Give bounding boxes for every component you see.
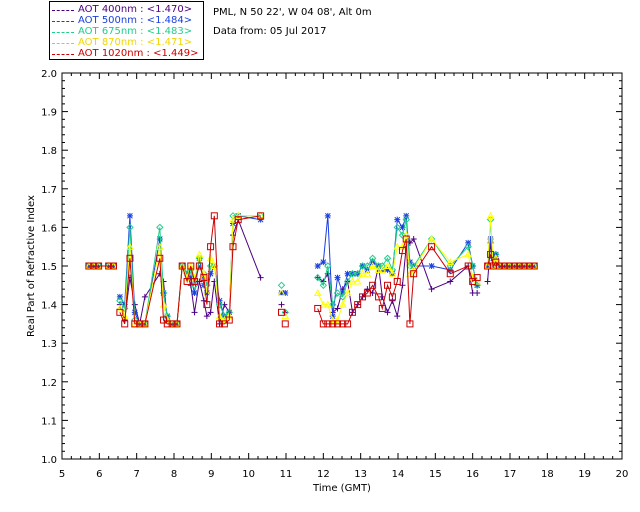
x-tick-label: 15 [429,469,442,480]
data-point [257,274,264,281]
plot-border [61,72,623,460]
x-tick-label: 6 [96,469,102,480]
y-tick-label: 1.1 [41,416,57,427]
data-point [191,309,198,316]
data-point [191,290,198,297]
y-tick-label: 1.9 [41,108,57,119]
x-tick-label: 11 [280,469,293,480]
y-tick-label: 1.2 [41,378,57,389]
data-point [334,274,341,281]
x-tick-label: 14 [392,469,405,480]
data-point [403,212,410,219]
data-point [277,281,286,290]
x-tick-label: 18 [541,469,554,480]
data-point [487,235,494,242]
data-point [484,278,491,285]
data-point [394,216,401,223]
plot-frame [61,72,623,460]
legend-item-1020nm: AOT 1020nm : <1.449> [52,48,198,60]
axis-ticks: 5 6 7 8 9 10 11 12 13 14 15 16 17 18 19 20 1.0 1.1 1.2 1.3 1… [41,69,628,480]
y-tick-label: 1.0 [41,455,57,466]
data-point [126,212,133,219]
data-point [278,301,285,308]
legend-swatch-400nm [52,9,74,11]
x-tick-label: 19 [578,469,591,480]
y-tick-label: 1.8 [41,146,57,157]
chart: 5 6 7 8 9 10 11 12 13 14 15 16 17 18 19 20 1.0 1.1 1.2 1.3 1… [26,69,628,494]
data-point [314,263,321,269]
data-point [320,259,327,266]
date-info: Data from: 05 Jul 2017 [213,26,327,37]
data-point [428,286,435,293]
y-tick-label: 1.3 [41,339,57,350]
x-tick-label: 8 [171,469,177,480]
data-point [314,304,322,312]
legend-label: AOT 1020nm : <1.449> [78,48,199,59]
data-point [281,320,289,328]
y-tick-label: 2.0 [41,69,57,80]
legend-swatch-500nm [52,20,74,22]
legend-swatch-1020nm [52,53,74,55]
y-tick-label: 1.6 [41,223,57,234]
y-tick-label: 1.4 [41,301,57,312]
x-tick-label: 17 [504,469,517,480]
x-tick-label: 20 [616,469,629,480]
x-tick-label: 12 [317,469,330,480]
site-info: PML, N 50 22', W 04 08', Alt 0m [213,7,372,18]
data-point [428,263,435,269]
y-tick-label: 1.5 [41,262,57,273]
y-tick-label: 1.7 [41,185,57,196]
x-tick-label: 10 [242,469,255,480]
series-layer [85,211,539,328]
x-tick-label: 16 [466,469,479,480]
data-point [141,293,148,300]
data-point [313,288,322,297]
data-point [324,212,331,219]
data-point [394,313,401,320]
x-tick-label: 13 [354,469,367,480]
x-tick-label: 7 [133,469,139,480]
legend: AOT 400nm : <1.470> AOT 500nm : <1.484> … [49,1,204,60]
y-axis-title: Real Part of Refractive Index [26,195,37,337]
legend-swatch-675nm [52,31,74,33]
data-point [474,290,481,297]
data-point [465,239,472,246]
x-axis-title: Time (GMT) [312,483,371,494]
x-tick-label: 5 [59,469,65,480]
series-line [119,215,261,325]
x-tick-label: 9 [208,469,214,480]
data-point [116,293,123,300]
legend-swatch-870nm [52,42,74,44]
data-point [389,297,396,304]
